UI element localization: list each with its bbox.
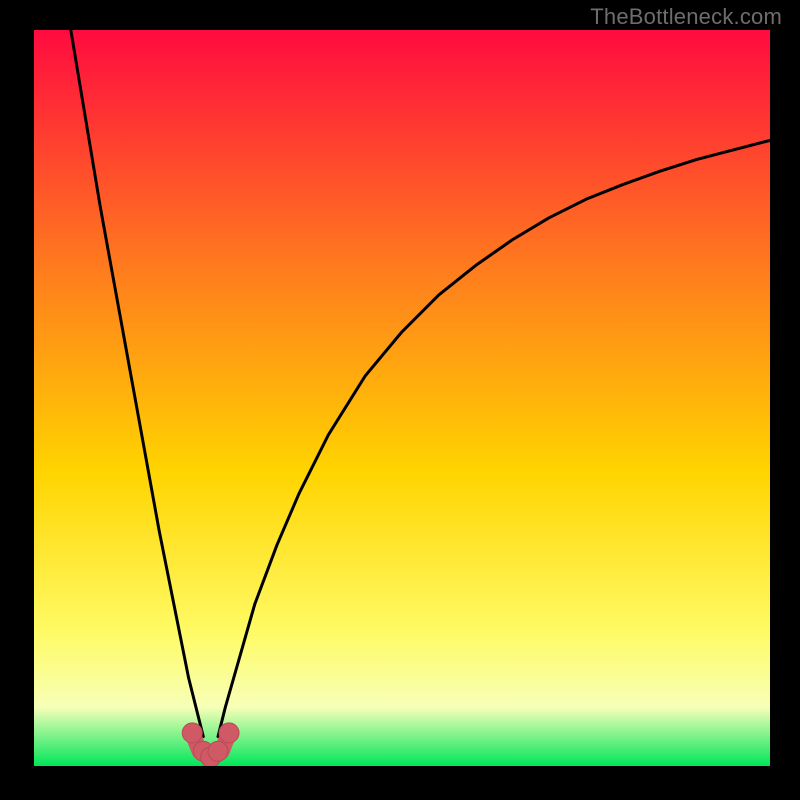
optimum-marker [219,723,239,743]
chart-frame: TheBottleneck.com [0,0,800,800]
gradient-background [34,30,770,766]
watermark-text: TheBottleneck.com [590,4,782,30]
optimum-marker [182,723,202,743]
optimum-marker [208,741,228,761]
plot-area [34,30,770,766]
chart-svg [34,30,770,766]
